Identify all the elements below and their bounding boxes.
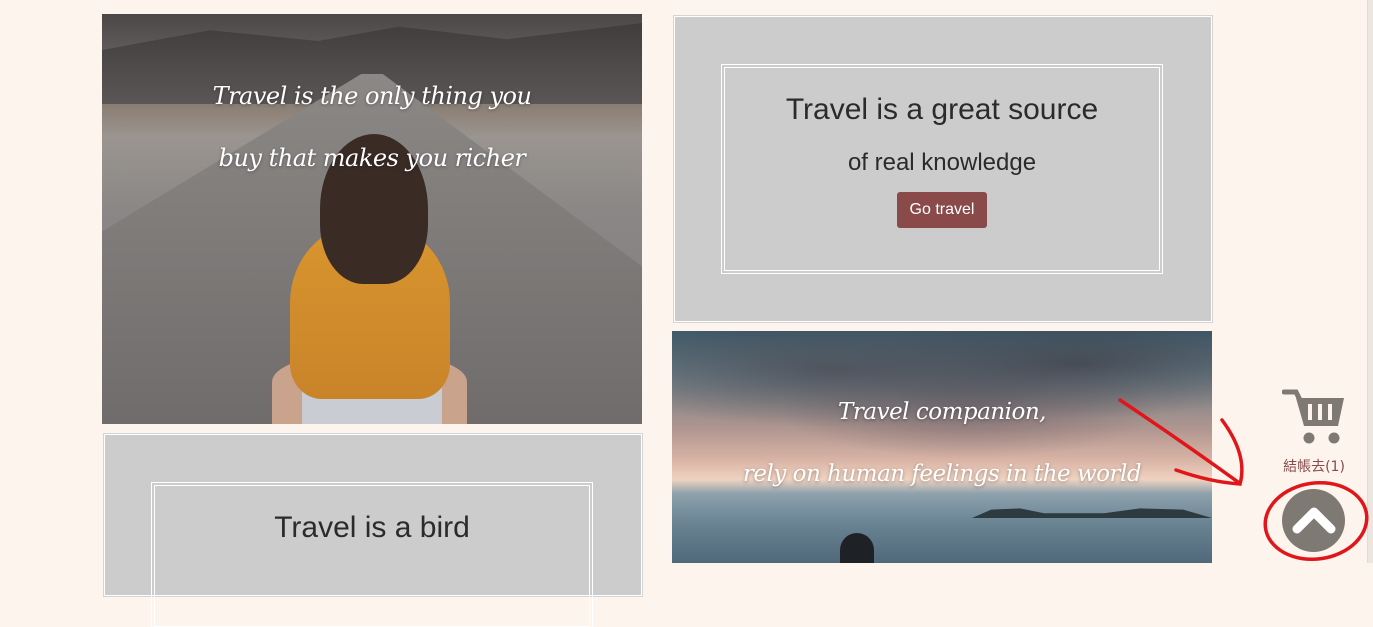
- bird-card-frame: Travel is a bird: [151, 482, 593, 627]
- knowledge-card-frame: Travel is a great source of real knowled…: [721, 64, 1163, 274]
- knowledge-card-subtitle: of real knowledge: [847, 149, 1037, 176]
- checkout-label: 結帳去(1): [1283, 459, 1345, 475]
- checkout-cart[interactable]: 結帳去(1): [1270, 388, 1358, 476]
- page-scrollbar[interactable]: [1367, 0, 1373, 563]
- road-quote-line-2: buy that makes you richer: [218, 144, 526, 172]
- road-quote-line-1: Travel is the only thing you: [212, 82, 532, 110]
- beach-quote-line-2: rely on human feelings in the world: [742, 461, 1142, 487]
- road-photo-tile: Travel is the only thing you buy that ma…: [102, 14, 642, 424]
- go-travel-button[interactable]: Go travel: [896, 192, 988, 228]
- back-to-top-button[interactable]: [1282, 489, 1345, 552]
- knowledge-card: Travel is a great source of real knowled…: [674, 16, 1212, 322]
- person-silhouette: [840, 533, 874, 563]
- island-silhouette: [972, 508, 1212, 518]
- beach-quote-line-1: Travel companion,: [838, 399, 1046, 425]
- beach-photo-tile: Travel companion, rely on human feelings…: [672, 331, 1212, 563]
- bird-card: Travel is a bird: [104, 434, 642, 627]
- chevron-up-icon: [1291, 504, 1337, 538]
- knowledge-card-title: Travel is a great source: [785, 93, 1099, 126]
- shopping-cart-icon: [1281, 389, 1346, 450]
- bird-card-title: Travel is a bird: [274, 511, 470, 544]
